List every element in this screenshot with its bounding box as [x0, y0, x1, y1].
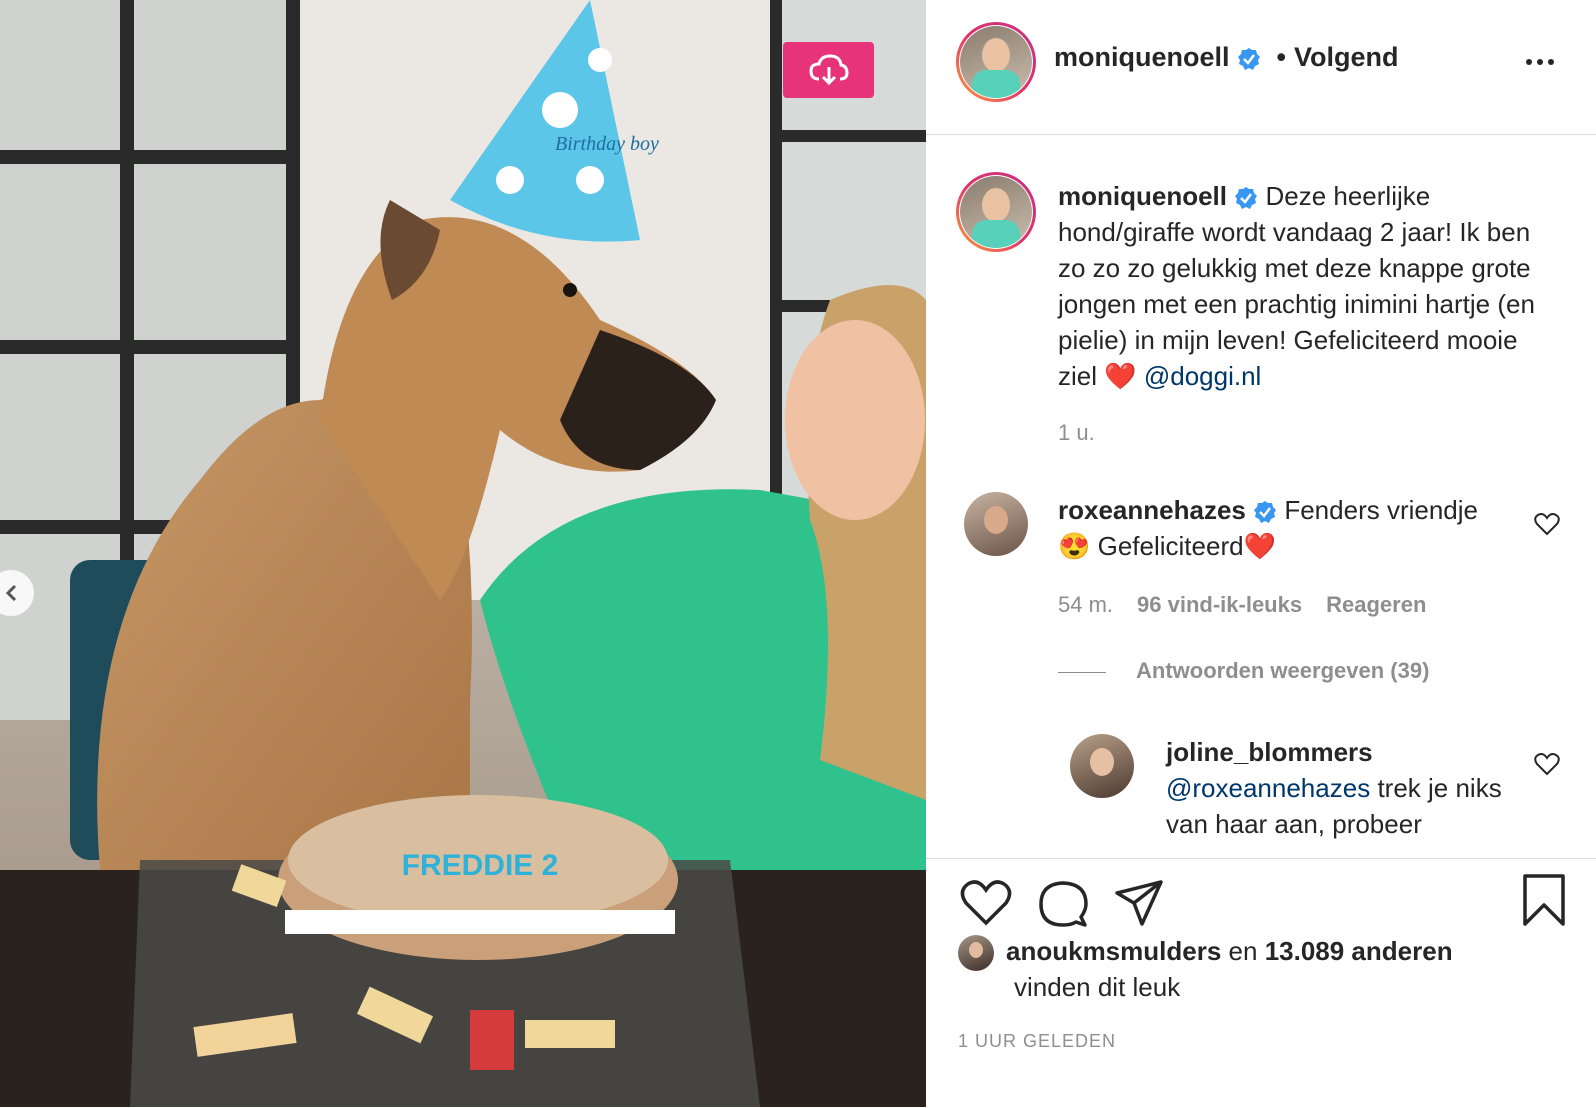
red-heart-emoji: ❤️: [1243, 531, 1276, 561]
more-icon-dot: [1537, 59, 1543, 65]
chevron-left-icon: [5, 584, 17, 602]
reply-button[interactable]: Reageren: [1326, 592, 1426, 617]
post-caption: moniquenoell Deze heerlijke hond/giraffe…: [1058, 178, 1558, 394]
more-icon-dot: [1548, 59, 1554, 65]
likes-suffix: vinden dit leuk: [1014, 972, 1181, 1002]
view-replies-label: Antwoorden weergeven (39): [1136, 658, 1430, 683]
verified-icon: [1235, 187, 1258, 210]
comment-username[interactable]: roxeannehazes: [1058, 495, 1246, 525]
caption-username[interactable]: moniquenoell: [1058, 181, 1227, 211]
likes-summary: anoukmsmulders en 13.089 anderen vinden …: [1006, 933, 1566, 1005]
like-heart-icon[interactable]: [960, 879, 1012, 927]
more-icon: [1526, 59, 1532, 65]
photo-illustration: Birthday boy FREDDIE 2: [0, 0, 926, 1107]
verified-icon: [1254, 501, 1277, 524]
author-username[interactable]: moniquenoell: [1054, 42, 1230, 72]
reply-mention-link[interactable]: @roxeannehazes: [1166, 773, 1370, 803]
comment-time: 54 m.: [1058, 592, 1114, 617]
cake-text: FREDDIE 2: [402, 849, 559, 882]
caption-avatar[interactable]: [956, 172, 1036, 252]
replies-line: [1058, 671, 1106, 673]
liker-username[interactable]: anoukmsmulders: [1006, 936, 1221, 966]
caption-mention-link[interactable]: @doggi.nl: [1144, 361, 1261, 391]
comment-icon[interactable]: [1038, 879, 1088, 929]
post-photo[interactable]: Birthday boy FREDDIE 2: [0, 0, 926, 1107]
caption-text: Deze heerlijke hond/giraffe wordt vandaa…: [1058, 181, 1535, 391]
header-user: moniquenoell • Volgend: [1054, 42, 1398, 73]
caption-time: 1 u.: [1058, 420, 1095, 445]
commenter-avatar[interactable]: [964, 492, 1028, 556]
separator-dot: •: [1276, 42, 1286, 72]
view-replies-button[interactable]: Antwoorden weergeven (39): [1058, 658, 1429, 684]
bookmark-icon[interactable]: [1522, 873, 1566, 927]
comment-like-heart-icon[interactable]: [1534, 512, 1560, 536]
reply-like-heart-icon[interactable]: [1534, 752, 1560, 776]
liker-avatar[interactable]: [958, 935, 994, 971]
more-options-button[interactable]: [1526, 52, 1566, 72]
likes-connector: en: [1228, 936, 1258, 966]
reply-avatar[interactable]: [1070, 734, 1134, 798]
comments-scroll-area[interactable]: moniquenoell Deze heerlijke hond/giraffe…: [926, 134, 1596, 852]
comment-item: roxeannehazes Fenders vriendje 😍 Gefelici…: [1058, 492, 1498, 564]
heart-eyes-emoji: 😍: [1058, 531, 1091, 561]
follow-status-button[interactable]: Volgend: [1294, 42, 1399, 72]
hat-text: Birthday boy: [555, 133, 659, 155]
comment-meta: 54 m. 96 vind-ik-leuks Reageren: [1058, 592, 1450, 618]
download-icon: [808, 54, 849, 86]
post-panel: moniquenoell • Volgend moniquenoell Deze…: [926, 0, 1596, 1107]
download-button[interactable]: [783, 42, 874, 98]
verified-icon: [1238, 47, 1261, 70]
reply-username[interactable]: joline_blommers: [1166, 737, 1373, 767]
share-icon[interactable]: [1114, 879, 1164, 927]
reply-item: joline_blommers @roxeannehazes trek je n…: [1166, 734, 1526, 842]
likes-count-link[interactable]: 13.089 anderen: [1265, 936, 1453, 966]
author-avatar[interactable]: [956, 22, 1036, 102]
posted-time[interactable]: 1 UUR GELEDEN: [958, 1031, 1116, 1052]
comment-text: Fenders vriendje: [1284, 495, 1478, 525]
post-header: moniquenoell • Volgend: [926, 0, 1596, 135]
comment-text-2: Gefeliciteerd: [1097, 531, 1244, 561]
actions-section: anoukmsmulders en 13.089 anderen vinden …: [926, 858, 1596, 1108]
comment-likes-link[interactable]: 96 vind-ik-leuks: [1137, 592, 1302, 617]
